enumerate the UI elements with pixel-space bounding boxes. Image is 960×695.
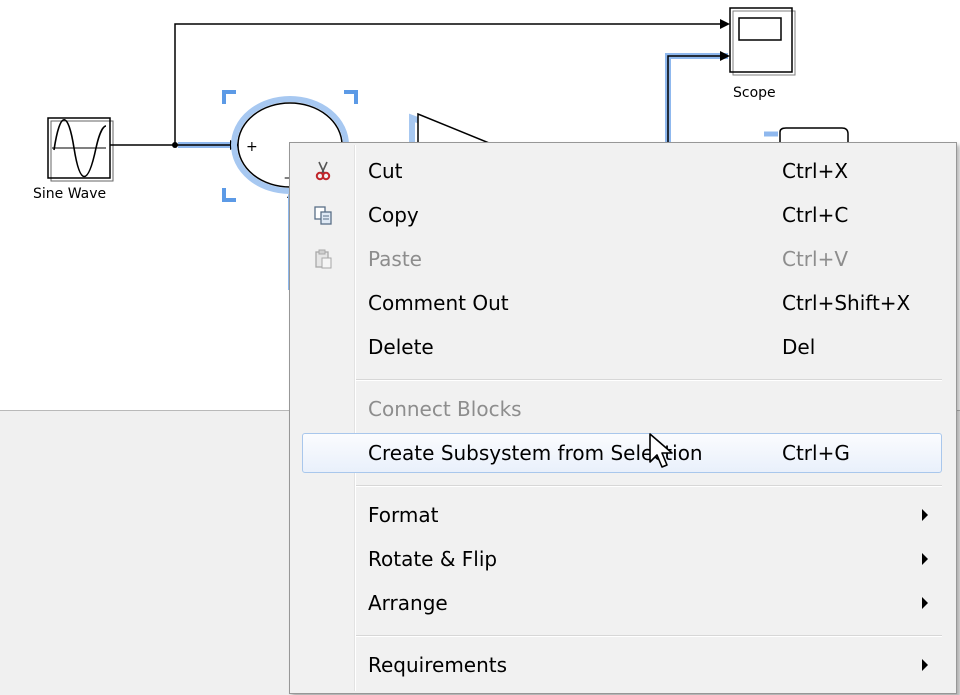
menu-separator xyxy=(356,379,942,381)
menu-item-label: Connect Blocks xyxy=(368,397,522,421)
menu-item-label: Rotate & Flip xyxy=(368,547,498,571)
menu-item-shortcut: Ctrl+Shift+X xyxy=(782,291,911,315)
scissors-icon xyxy=(315,161,331,181)
branch-point xyxy=(172,142,178,148)
signal-line-gain-to-scope[interactable] xyxy=(667,51,730,145)
menu-separator xyxy=(356,635,942,637)
submenu-arrow-icon xyxy=(922,553,928,565)
copy-icon xyxy=(314,206,332,225)
menu-item-paste[interactable]: Paste Ctrl+V xyxy=(302,239,942,279)
menu-item-delete[interactable]: Delete Del xyxy=(302,327,942,367)
menu-item-shortcut: Ctrl+V xyxy=(782,247,849,271)
submenu-arrow-icon xyxy=(922,597,928,609)
menu-item-shortcut: Ctrl+C xyxy=(782,203,849,227)
menu-item-format[interactable]: Format xyxy=(302,495,942,535)
menu-item-shortcut: Ctrl+X xyxy=(782,159,849,183)
menu-item-label: Requirements xyxy=(368,653,508,677)
scope-block[interactable] xyxy=(729,7,796,76)
mouse-cursor-icon xyxy=(649,433,673,468)
menu-item-comment-out[interactable]: Comment Out Ctrl+Shift+X xyxy=(302,283,942,323)
menu-item-arrange[interactable]: Arrange xyxy=(302,583,942,623)
menu-item-cut[interactable]: Cut Ctrl+X xyxy=(302,151,942,191)
menu-item-label: Format xyxy=(368,503,439,527)
menu-item-label: Arrange xyxy=(368,591,448,615)
sum-plus-sign: + xyxy=(246,139,258,155)
submenu-arrow-icon xyxy=(922,509,928,521)
menu-item-label: Comment Out xyxy=(368,291,509,315)
menu-item-copy[interactable]: Copy Ctrl+C xyxy=(302,195,942,235)
menu-item-rotate-flip[interactable]: Rotate & Flip xyxy=(302,539,942,579)
scope-label: Scope xyxy=(733,85,776,101)
paste-icon xyxy=(315,249,332,269)
menu-separator xyxy=(356,485,942,487)
menu-item-label: Delete xyxy=(368,335,434,359)
menu-item-shortcut: Del xyxy=(782,335,816,359)
output-block-partial[interactable] xyxy=(764,127,849,142)
context-menu: Cut Ctrl+X Copy Ctrl+C Paste Ctrl+V Comm… xyxy=(289,142,957,694)
menu-item-label: Copy xyxy=(368,203,419,227)
signal-line-highlight-to-scope xyxy=(665,53,728,145)
menu-item-label: Paste xyxy=(368,247,422,271)
menu-item-label: Cut xyxy=(368,159,403,183)
sine-wave-block[interactable] xyxy=(47,117,114,182)
menu-item-shortcut: Ctrl+G xyxy=(782,441,850,465)
menu-item-connect-blocks[interactable]: Connect Blocks xyxy=(302,389,942,429)
sine-wave-label: Sine Wave xyxy=(33,186,107,202)
submenu-arrow-icon xyxy=(922,659,928,671)
menu-item-create-subsystem[interactable]: Create Subsystem from Selection Ctrl+G xyxy=(302,433,942,473)
menu-item-requirements[interactable]: Requirements xyxy=(302,645,942,685)
